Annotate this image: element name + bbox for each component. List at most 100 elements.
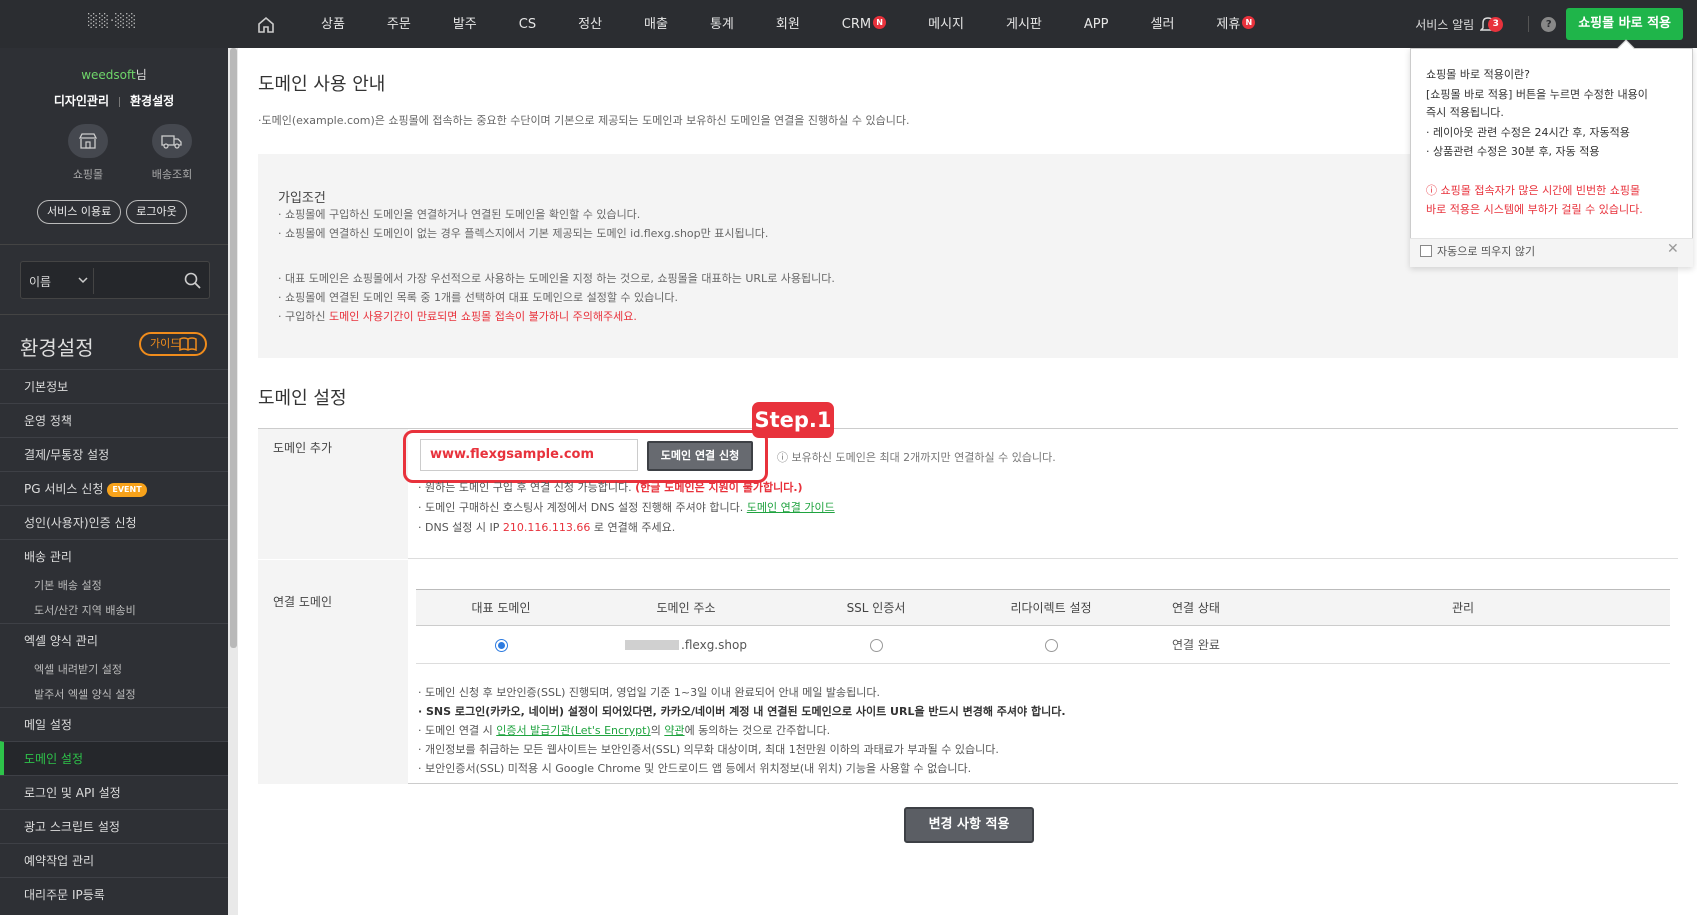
book-icon xyxy=(179,337,197,351)
sidebar-subitem[interactable]: 엑셀 내려받기 설정 xyxy=(0,657,228,682)
search-type-select[interactable]: 이름 xyxy=(29,273,51,290)
nav-item[interactable]: CRM N xyxy=(821,0,907,48)
redirect-radio[interactable] xyxy=(1044,638,1058,652)
service-fee-button[interactable]: 서비스 이용료 xyxy=(37,200,122,224)
ssl-note-bold: · SNS 로그인(카카오, 네이버) 설정이 되어있다면, 카카오/네이버 계… xyxy=(418,705,1066,718)
sidebar-item-label: 도메인 설정 xyxy=(24,752,84,766)
popover-text: [쇼핑몰 바로 적용] 버튼을 누르면 수정한 내용이 xyxy=(1426,88,1648,101)
brand-logo[interactable]: ░░·░░ xyxy=(88,14,137,29)
home-icon[interactable] xyxy=(256,15,276,35)
dont-show-checkbox[interactable] xyxy=(1420,245,1432,257)
nav-item-label: 회원 xyxy=(775,17,800,32)
sidebar-item[interactable]: 도메인 설정 xyxy=(0,741,228,775)
sidebar-menu: 기본정보 운영 정책 결제/무통장 설정 PG 서비스 신청 EVENT 성인(사용자)인… xyxy=(0,369,228,911)
nav-item[interactable]: 발주 xyxy=(432,0,498,48)
ssl-note: · 도메인 신청 후 보안인증(SSL) 진행되며, 영업일 기준 1~3일 이… xyxy=(418,686,881,699)
sidebar-subitem[interactable]: 기본 배송 설정 xyxy=(0,573,228,598)
sidebar-item[interactable]: 배송 관리 xyxy=(0,539,228,573)
info-line: · 쇼핑몰에 구입하신 도메인을 연결하거나 연결된 도메인을 확인할 수 있습… xyxy=(278,208,641,221)
domain-note: · DNS 설정 시 IP 210.116.113.66 로 연결해 주세요. xyxy=(418,519,675,535)
sidebar-subitem[interactable]: 도서/산간 지역 배송비 xyxy=(0,598,228,623)
nav-item[interactable]: 주문 xyxy=(366,0,432,48)
divider xyxy=(119,96,121,107)
nav-item[interactable]: 게시판 xyxy=(985,0,1063,48)
domain-connect-button[interactable]: 도메인 연결 신청 xyxy=(647,441,753,471)
sidebar-item[interactable]: 로그인 및 API 설정 xyxy=(0,775,228,809)
apply-changes-button[interactable]: 변경 사항 적용 xyxy=(904,807,1034,843)
sidebar-item[interactable]: 결제/무통장 설정 xyxy=(0,437,228,471)
ssl-note: · SNS 로그인(카카오, 네이버) 설정이 되어있다면, 카카오/네이버 계… xyxy=(418,703,1066,719)
terms-link[interactable]: 약관 xyxy=(664,724,684,737)
nav-item[interactable]: 회원 xyxy=(755,0,821,48)
help-icon[interactable]: ? xyxy=(1541,16,1557,32)
design-management-link[interactable]: 디자인관리 xyxy=(54,94,109,108)
service-alert-label[interactable]: 서비스 알림 xyxy=(1415,16,1474,33)
settings-link[interactable]: 환경설정 xyxy=(130,94,174,108)
sidebar-item[interactable]: 운영 정책 xyxy=(0,403,228,437)
sidebar-scrollbar-thumb[interactable] xyxy=(230,48,237,648)
nav-item[interactable]: CS xyxy=(498,0,557,48)
step-tag: Step.1 xyxy=(752,402,834,438)
nav-item[interactable]: APP xyxy=(1063,0,1130,48)
sidebar-item-label: 예약작업 관리 xyxy=(24,854,95,868)
sidebar-item[interactable]: 엑셀 양식 관리 xyxy=(0,623,228,657)
dont-show-label[interactable]: 자동으로 띄우지 않기 xyxy=(1437,243,1535,259)
shop-apply-button[interactable]: 쇼핑몰 바로 적용 xyxy=(1566,8,1683,40)
sidebar-subitem[interactable]: 발주서 엑셀 양식 설정 xyxy=(0,682,228,707)
primary-domain-radio[interactable] xyxy=(494,638,508,652)
cert-issuer-link[interactable]: 인증서 발급기관(Let's Encrypt) xyxy=(496,724,650,737)
search-input[interactable] xyxy=(101,266,181,294)
sidebar-item[interactable]: 메일 설정 xyxy=(0,707,228,741)
guide-button-label: 가이드 xyxy=(150,337,181,350)
nav-item-label: 발주 xyxy=(452,17,477,32)
new-badge: N xyxy=(1242,16,1256,29)
guide-button[interactable]: 가이드 xyxy=(139,332,207,356)
nav-item[interactable]: 정산 xyxy=(557,0,623,48)
sidebar-item[interactable]: PG 서비스 신청 EVENT xyxy=(0,471,228,505)
sidebar-item[interactable]: 예약작업 관리 xyxy=(0,843,228,877)
domain-input[interactable]: www.flexgsample.com xyxy=(420,439,638,471)
domain-guide-link[interactable]: 도메인 연결 가이드 xyxy=(747,501,835,514)
nav-item[interactable]: 메시지 xyxy=(907,0,985,48)
chevron-down-icon[interactable] xyxy=(77,274,89,286)
sidebar-item[interactable]: 광고 스크립트 설정 xyxy=(0,809,228,843)
popover-text: · 상품관련 수정은 30분 후, 자동 적용 xyxy=(1426,145,1600,158)
nav-item[interactable]: 제휴 N xyxy=(1195,0,1276,48)
sidebar-item-label: 발주서 엑셀 양식 설정 xyxy=(34,688,136,701)
event-badge: EVENT xyxy=(107,482,147,497)
nav-item[interactable]: 매출 xyxy=(623,0,689,48)
connected-domain-label: 연결 도메인 xyxy=(273,595,333,609)
nav-item[interactable]: 상품 xyxy=(300,0,366,48)
info-warning-line: · 구입하신 도메인 사용기간이 만료되면 쇼핑몰 접속이 불가하니 주의해주세… xyxy=(278,308,637,324)
info-box-title: 가입조건 xyxy=(278,191,326,206)
max-domain-note: ⓘ 보유하신 도메인은 최대 2개까지만 연결하실 수 있습니다. xyxy=(777,451,1056,464)
domain-note: · 원하는 도메인 구입 후 연결 신청 가능합니다. (한글 도메인은 지원이… xyxy=(418,479,803,495)
shop-shortcut[interactable]: 쇼핑몰 xyxy=(58,124,118,182)
popover-warning: 바로 적용은 시스템에 부하가 걸릴 수 있습니다. xyxy=(1426,203,1643,216)
sidebar-item[interactable]: 성인(사용자)인증 신청 xyxy=(0,505,228,539)
sidebar-item-label: 기본 배송 설정 xyxy=(34,579,102,592)
logout-button[interactable]: 로그아웃 xyxy=(126,200,187,224)
info-warning-text: 도메인 사용기간이 만료되면 쇼핑몰 접속이 불가하니 주의해주세요. xyxy=(328,310,637,323)
sidebar-section-title: 환경설정 xyxy=(20,336,94,360)
nav-item[interactable]: 통계 xyxy=(689,0,755,48)
ssl-radio[interactable] xyxy=(869,638,883,652)
sidebar-item[interactable]: 기본정보 xyxy=(0,369,228,403)
sidebar-item-label: 배송 관리 xyxy=(24,550,72,564)
main-nav: 상품 주문 발주 CS 정산 매출 통계 회원 CRM N 메시지 게시판 APP 셀러 제휴 N xyxy=(300,0,1276,48)
page-description: ·도메인(example.com)은 쇼핑몰에 접속하는 중요한 수단이며 기본… xyxy=(258,114,910,127)
sidebar-search: 이름 xyxy=(20,261,210,299)
divider xyxy=(0,244,228,245)
sidebar-item-label: 도서/산간 지역 배송비 xyxy=(34,604,136,617)
user-suffix: 님 xyxy=(135,68,147,82)
close-icon[interactable]: ✕ xyxy=(1667,241,1679,257)
bell-icon[interactable]: 3 xyxy=(1479,15,1504,33)
domain-note: · 도메인 구매하신 호스팅사 계정에서 DNS 설정 진행해 주셔야 합니다.… xyxy=(418,499,835,515)
search-icon[interactable] xyxy=(184,272,201,289)
nav-item[interactable]: 셀러 xyxy=(1129,0,1195,48)
info-warning-prefix: · 구입하신 xyxy=(278,310,329,323)
sidebar-item[interactable]: 대리주문 IP등록 xyxy=(0,877,228,911)
nav-item-label: 정산 xyxy=(578,17,603,32)
delivery-shortcut[interactable]: 배송조회 xyxy=(142,124,202,182)
ssl-note: · 개인정보를 취급하는 모든 웹사이트는 보안인증서(SSL) 의무화 대상이… xyxy=(418,743,999,756)
